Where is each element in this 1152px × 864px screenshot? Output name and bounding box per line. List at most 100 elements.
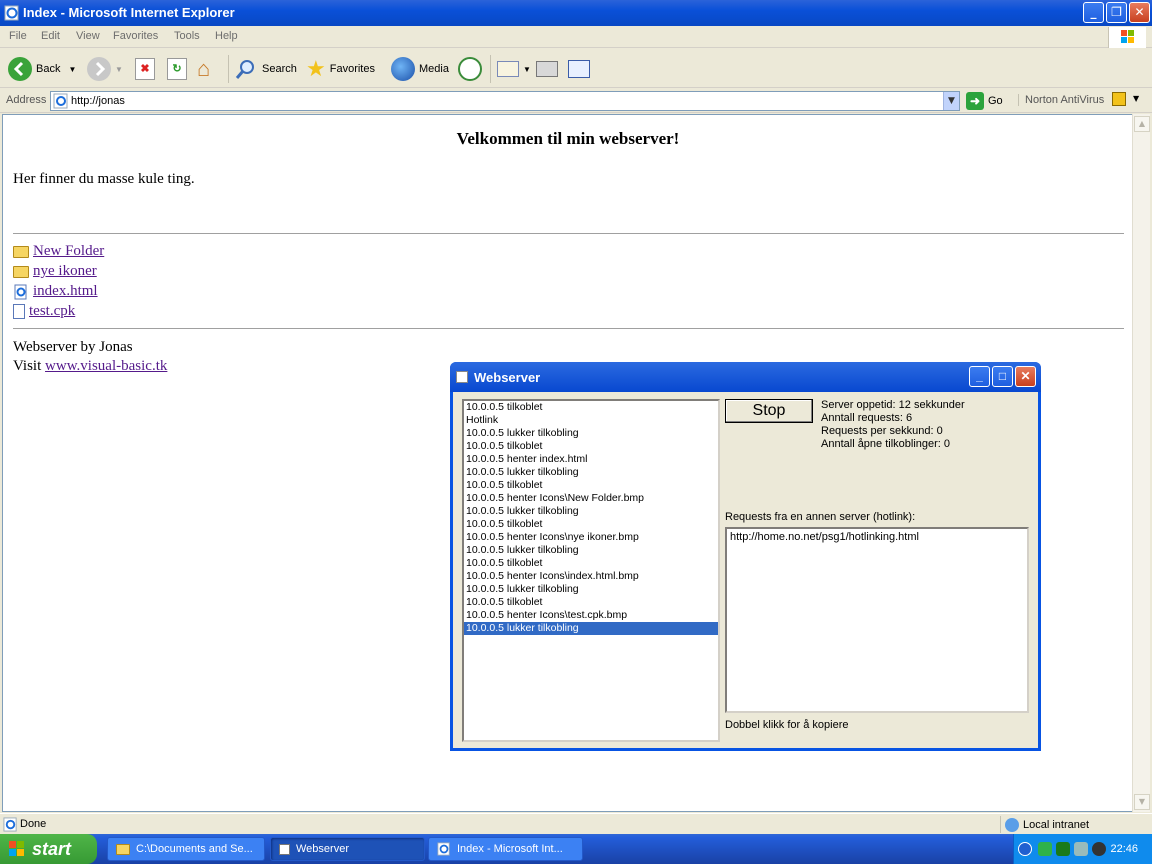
back-button[interactable]: Back ▼ xyxy=(8,55,76,83)
scroll-down-icon[interactable]: ▼ xyxy=(1134,794,1150,810)
menu-view[interactable]: View xyxy=(76,30,100,42)
log-item[interactable]: 10.0.0.5 lukker tilkobling xyxy=(464,427,718,440)
copy-hint: Dobbel klikk for å kopiere xyxy=(725,719,849,731)
hotlink-list[interactable]: http://home.no.net/psg1/hotlinking.html xyxy=(725,527,1029,713)
restore-button[interactable]: ❐ xyxy=(1106,2,1127,23)
taskbar-button-ie[interactable]: Index - Microsoft Int... xyxy=(428,837,583,861)
log-item[interactable]: 10.0.0.5 tilkoblet xyxy=(464,596,718,609)
intranet-globe-icon xyxy=(1005,817,1019,832)
go-label: Go xyxy=(988,95,1003,107)
file-list-item[interactable]: test.cpk xyxy=(13,303,75,320)
task-label: Webserver xyxy=(296,843,349,855)
mail-button[interactable]: ▼ xyxy=(497,55,531,83)
log-item[interactable]: 10.0.0.5 tilkoblet xyxy=(464,440,718,453)
ie-page-icon xyxy=(53,93,68,109)
chevron-down-icon[interactable]: ▼ xyxy=(523,65,531,74)
go-button[interactable]: ➜ Go xyxy=(966,92,1003,110)
log-item[interactable]: 10.0.0.5 lukker tilkobling xyxy=(464,622,718,635)
address-label: Address xyxy=(6,94,47,106)
log-item[interactable]: 10.0.0.5 henter Icons\nye ikoner.bmp xyxy=(464,531,718,544)
stat-requests-per-second: Requests per sekkund: 0 xyxy=(821,425,943,437)
log-item[interactable]: 10.0.0.5 tilkoblet xyxy=(464,479,718,492)
refresh-button[interactable]: ↻ xyxy=(167,55,187,83)
menu-edit[interactable]: Edit xyxy=(41,30,60,42)
file-link[interactable]: test.cpk xyxy=(29,303,75,320)
zone-label: Local intranet xyxy=(1023,818,1090,831)
start-button[interactable]: start xyxy=(0,834,97,864)
edit-button[interactable] xyxy=(568,55,590,83)
print-button[interactable] xyxy=(536,55,558,83)
chevron-down-icon[interactable]: ▼ xyxy=(115,65,123,74)
log-item[interactable]: 10.0.0.5 lukker tilkobling xyxy=(464,505,718,518)
file-link[interactable]: nye ikoner xyxy=(33,263,97,280)
star-icon: ★ xyxy=(306,56,326,81)
divider xyxy=(13,328,1124,329)
minimize-button[interactable]: _ xyxy=(969,366,990,387)
log-item[interactable]: 10.0.0.5 lukker tilkobling xyxy=(464,466,718,479)
ie-document-icon xyxy=(4,5,19,21)
history-button[interactable] xyxy=(458,55,482,83)
folder-icon xyxy=(13,245,29,258)
history-icon xyxy=(458,57,482,81)
system-tray: 22:46 xyxy=(1013,834,1152,864)
minimize-button[interactable]: _ xyxy=(1083,2,1104,23)
close-button[interactable]: ✕ xyxy=(1129,2,1150,23)
log-item[interactable]: 10.0.0.5 lukker tilkobling xyxy=(464,583,718,596)
file-list-item[interactable]: index.html xyxy=(13,283,98,300)
file-link[interactable]: index.html xyxy=(33,283,98,300)
menu-tools[interactable]: Tools xyxy=(174,30,200,42)
file-list-item[interactable]: nye ikoner xyxy=(13,263,97,280)
app-tray-icon[interactable] xyxy=(1056,842,1070,856)
log-item[interactable]: 10.0.0.5 lukker tilkobling xyxy=(464,544,718,557)
log-item[interactable]: 10.0.0.5 henter Icons\test.cpk.bmp xyxy=(464,609,718,622)
norton-antivirus-button[interactable]: Norton AntiVirus xyxy=(1018,94,1104,106)
hotlink-item[interactable]: http://home.no.net/psg1/hotlinking.html xyxy=(730,531,1024,543)
stop-button[interactable]: Stop xyxy=(725,399,813,423)
connection-log-list[interactable]: 10.0.0.5 tilkoblet Hotlink 10.0.0.5 lukker… xyxy=(462,399,720,742)
taskbar-button-explorer[interactable]: C:\Documents and Se... xyxy=(107,837,265,861)
log-item[interactable]: 10.0.0.5 henter index.html xyxy=(464,453,718,466)
menu-bar: File Edit View Favorites Tools Help xyxy=(0,26,1152,48)
file-list-item[interactable]: New Folder xyxy=(13,243,104,260)
footer-link[interactable]: www.visual-basic.tk xyxy=(45,358,167,374)
media-button[interactable]: Media xyxy=(391,55,449,83)
steam-icon[interactable] xyxy=(1092,842,1106,856)
taskbar: start C:\Documents and Se... Webserver I… xyxy=(0,834,1152,864)
favorites-button[interactable]: ★ Favorites xyxy=(306,55,375,83)
chevron-down-icon[interactable]: ▼ xyxy=(1133,94,1139,103)
menu-file[interactable]: File xyxy=(9,30,27,42)
edit-page-icon xyxy=(568,60,590,78)
norton-icon[interactable] xyxy=(1112,92,1126,106)
log-item[interactable]: 10.0.0.5 henter Icons\New Folder.bmp xyxy=(464,492,718,505)
log-item[interactable]: 10.0.0.5 henter Icons\index.html.bmp xyxy=(464,570,718,583)
forward-button[interactable]: ▼ xyxy=(87,55,123,83)
webserver-title-bar[interactable]: Webserver _ □ ✕ xyxy=(450,362,1041,392)
log-item[interactable]: 10.0.0.5 tilkoblet xyxy=(464,401,718,414)
media-globe-icon xyxy=(391,57,415,81)
log-item[interactable]: Hotlink xyxy=(464,414,718,427)
log-item[interactable]: 10.0.0.5 tilkoblet xyxy=(464,518,718,531)
log-item[interactable]: 10.0.0.5 tilkoblet xyxy=(464,557,718,570)
menu-favorites[interactable]: Favorites xyxy=(113,30,158,42)
back-arrow-icon xyxy=(8,57,32,81)
chevron-left-icon[interactable] xyxy=(1018,842,1032,856)
ie-title-bar: Index - Microsoft Internet Explorer _ ❐ … xyxy=(0,0,1152,26)
address-input[interactable]: http://jonas ▼ xyxy=(50,91,960,111)
users-icon[interactable] xyxy=(1074,842,1088,856)
chevron-down-icon[interactable]: ▼ xyxy=(68,65,76,74)
menu-help[interactable]: Help xyxy=(215,30,238,42)
file-link[interactable]: New Folder xyxy=(33,243,104,260)
forward-arrow-icon xyxy=(87,57,111,81)
scroll-up-icon[interactable]: ▲ xyxy=(1134,116,1150,132)
network-icon[interactable] xyxy=(1038,842,1052,856)
maximize-button[interactable]: □ xyxy=(992,366,1013,387)
search-button[interactable]: Search xyxy=(234,55,297,83)
search-icon xyxy=(235,60,254,79)
close-button[interactable]: ✕ xyxy=(1015,366,1036,387)
taskbar-button-webserver[interactable]: Webserver xyxy=(270,837,425,861)
stop-load-button[interactable]: ✖ xyxy=(135,55,155,83)
window-title: Index - Microsoft Internet Explorer xyxy=(23,5,235,20)
vertical-scrollbar[interactable]: ▲ ▼ xyxy=(1132,114,1150,812)
home-button[interactable]: ⌂ xyxy=(197,55,210,83)
chevron-down-icon[interactable]: ▼ xyxy=(943,92,959,110)
